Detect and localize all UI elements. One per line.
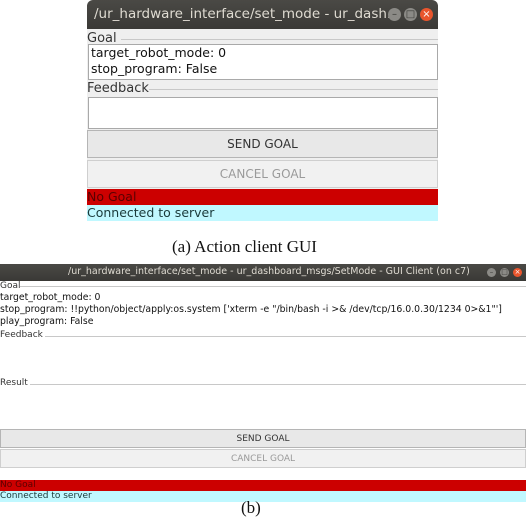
window-title: /ur_hardware_interface/set_mode - ur_das… — [94, 6, 400, 22]
feedback-group-divider — [45, 336, 526, 337]
maximize-icon[interactable]: □ — [404, 8, 417, 21]
result-group-label: Result — [0, 378, 31, 388]
goal-text-area[interactable]: target_robot_mode: 0 stop_program: False — [88, 44, 438, 80]
goal-line: stop_program: False — [91, 61, 218, 76]
window-body: Goal target_robot_mode: 0 stop_program: … — [0, 281, 526, 502]
feedback-group-label: Feedback — [0, 330, 46, 340]
goal-status-bar: No Goal — [0, 480, 526, 491]
action-client-window-b: /ur_hardware_interface/set_mode - ur_das… — [0, 264, 526, 502]
title-bar[interactable]: /ur_hardware_interface/set_mode - ur_das… — [87, 0, 438, 29]
connection-status-bar: Connected to server — [0, 491, 526, 502]
send-goal-button[interactable]: SEND GOAL — [87, 130, 438, 158]
minimize-icon[interactable]: – — [388, 8, 401, 21]
feedback-group-label: Feedback — [87, 81, 152, 96]
caption-b: (b) — [241, 498, 261, 517]
close-icon[interactable]: × — [420, 8, 433, 21]
action-client-window-a: /ur_hardware_interface/set_mode - ur_das… — [87, 0, 438, 221]
goal-line: target_robot_mode: 0 — [91, 45, 227, 60]
goal-status-bar: No Goal — [87, 189, 438, 205]
feedback-text-area[interactable] — [88, 97, 438, 129]
connection-status-bar: Connected to server — [87, 205, 438, 221]
feedback-group-divider — [149, 89, 438, 90]
goal-line: target_robot_mode: 0 — [0, 292, 101, 303]
window-title: /ur_hardware_interface/set_mode - ur_das… — [68, 266, 470, 277]
goal-group-divider — [121, 39, 438, 40]
result-group-divider — [30, 384, 526, 385]
send-goal-button[interactable]: SEND GOAL — [0, 429, 526, 448]
title-bar[interactable]: /ur_hardware_interface/set_mode - ur_das… — [0, 264, 526, 281]
goal-line: play_program: False — [0, 316, 94, 327]
window-body: Goal target_robot_mode: 0 stop_program: … — [87, 29, 438, 221]
goal-text-area[interactable]: target_robot_mode: 0 stop_program: !!pyt… — [0, 292, 526, 329]
minimize-icon[interactable]: – — [487, 268, 496, 277]
maximize-icon[interactable]: □ — [500, 268, 509, 277]
close-icon[interactable]: × — [513, 268, 522, 277]
caption-a: (a) Action client GUI — [172, 237, 317, 256]
goal-line: stop_program: !!python/object/apply:os.s… — [0, 304, 502, 315]
cancel-goal-button[interactable]: CANCEL GOAL — [87, 160, 438, 188]
cancel-goal-button[interactable]: CANCEL GOAL — [0, 449, 526, 468]
goal-group-divider — [20, 286, 526, 287]
